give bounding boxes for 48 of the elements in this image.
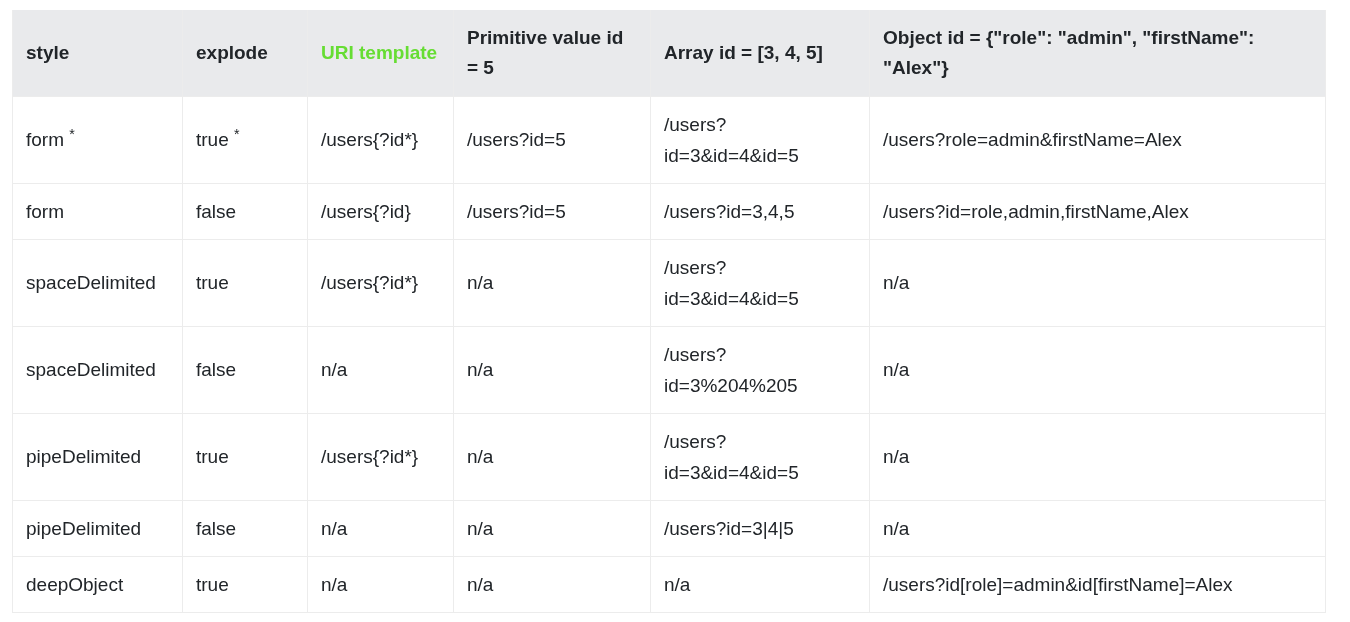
table-cell-text: /users?id=role,admin,firstName,Alex [883,200,1189,222]
table-cell-text: /users?id=3&id=4&id=5 [664,256,799,309]
table-cell-text: false [196,200,237,222]
table-cell-text: n/a [467,446,494,467]
column-header: style [26,41,70,63]
table-cell-text: /users?id=3&id=4&id=5 [664,113,799,166]
table-cell-text: n/a [321,359,348,380]
table-cell-text: pipeDelimited [26,446,142,467]
column-header: explode [196,41,268,63]
table-cell-text: n/a [883,517,910,539]
table-cell-text: n/a [467,573,494,595]
table-cell-text: /users?id=3&id=4&id=5 [664,430,799,483]
table-cell-text: spaceDelimited [26,272,156,293]
table-cell-text: /users?id=3,4,5 [664,200,795,222]
table-cell-text: /users{?id*} [321,446,419,467]
table-cell-text: n/a [467,272,494,293]
table-cell-text: /users?id=5 [467,200,566,222]
table-cell-text: n/a [883,272,910,293]
table-cell-text: true [196,446,229,467]
column-header: Array id = [3, 4, 5] [664,41,823,63]
table-cell-text: true [196,272,229,293]
table-cell-text: n/a [883,446,910,467]
table-cell-text: false [196,359,237,380]
table-cell-text: /users?id=3%204%205 [664,343,798,396]
column-header-link[interactable]: URI template [321,41,438,63]
table-cell-text: form [26,200,64,222]
table-cell-text: spaceDelimited [26,359,156,380]
table-cell-text: true [196,573,229,595]
table-cell-text: pipeDelimited [26,517,142,539]
table-cell-text: n/a [664,573,691,595]
column-header: Primitive value id = 5 [467,26,624,78]
table-cell-text: false [196,517,237,539]
table-cell-text: n/a [321,517,348,539]
table-cell-text: n/a [883,359,910,380]
table-cell-text: /users?id=5 [467,129,566,150]
table-cell-text: true $^{*}$ [196,129,240,150]
column-header: Object id = {"role": "admin", "firstName": "Alex"} [883,26,1255,78]
table-cell-text: n/a [467,517,494,539]
table-cell-text: /users?role=admin&firstName=Alex [883,129,1182,150]
table-cell-text: /users{?id*} [321,272,419,293]
table-cell-text: deepObject [26,573,124,595]
table-cell-text: form $^{*}$ [26,129,75,150]
table-cell-text: n/a [467,359,494,380]
table-cell-text: /users?id[role]=admin&id[firstName]=Alex [883,573,1233,595]
table-cell-text: n/a [321,573,348,595]
table-cell-text: /users?id=3|4|5 [664,517,794,539]
table-cell-text: /users{?id*} [321,129,419,150]
table-cell-text: /users{?id} [321,200,411,222]
